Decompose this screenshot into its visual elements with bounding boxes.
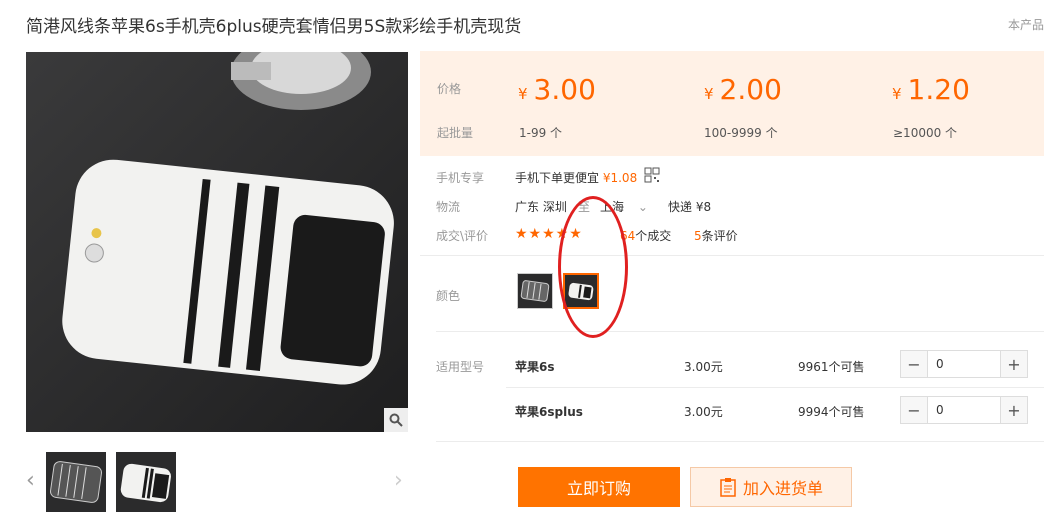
- thumbnail-2[interactable]: [116, 452, 176, 512]
- main-product-image[interactable]: [26, 52, 408, 432]
- thumbnail-1[interactable]: [46, 452, 106, 512]
- mobile-label: 手机专享: [436, 171, 485, 185]
- model-price-1: 3.00元: [684, 360, 723, 374]
- quantity-input[interactable]: 0: [927, 351, 1001, 377]
- thumbnail-strip: ‹ ›: [26, 452, 408, 512]
- tier-range-1: 1-99 个: [519, 126, 563, 140]
- color-label: 颜色: [436, 289, 461, 303]
- model-price-2: 3.00元: [684, 405, 723, 419]
- tier-range-2: 100-9999 个: [704, 126, 778, 140]
- chevron-right-icon[interactable]: ›: [394, 468, 403, 493]
- quantity-stepper-2[interactable]: − 0 +: [900, 396, 1028, 424]
- qr-code-icon[interactable]: [644, 167, 660, 183]
- top-right-link[interactable]: 本产品: [1008, 16, 1044, 33]
- model-name-1: 苹果6s: [515, 360, 555, 374]
- minus-button[interactable]: −: [901, 351, 927, 377]
- price-label: 价格: [437, 82, 462, 96]
- deal-count[interactable]: 64个成交: [620, 227, 671, 244]
- quantity-stepper-1[interactable]: − 0 +: [900, 350, 1028, 378]
- tier-price-3: ¥1.20: [892, 73, 970, 106]
- phone-case-illustration: [26, 52, 408, 432]
- color-option-1[interactable]: [517, 273, 553, 309]
- tier-price-2: ¥2.00: [704, 73, 782, 106]
- model-stock-2: 9994个可售: [798, 405, 865, 419]
- ship-from: 广东 深圳: [515, 200, 567, 214]
- express-fee: 快递 ¥8: [668, 200, 712, 214]
- search-icon: [389, 413, 403, 427]
- model-name-2: 苹果6splus: [515, 405, 583, 419]
- logistics-label: 物流: [436, 200, 461, 214]
- divider: [436, 331, 1044, 332]
- price-box: 价格 起批量 ¥3.00 1-99 个 ¥2.00 100-9999 个 ¥1.…: [420, 51, 1044, 156]
- plus-button[interactable]: +: [1001, 397, 1027, 423]
- clipboard-icon: [720, 478, 736, 497]
- chevron-left-icon[interactable]: ‹: [26, 468, 35, 493]
- product-title: 简港风线条苹果6s手机壳6plus硬壳套情侣男5S款彩绘手机壳现货: [26, 17, 522, 37]
- divider: [436, 441, 1044, 442]
- plus-button[interactable]: +: [1001, 351, 1027, 377]
- buy-now-button[interactable]: 立即订购: [518, 467, 680, 507]
- review-count[interactable]: 5条评价: [694, 227, 738, 244]
- annotation-circle: [558, 196, 628, 338]
- divider: [420, 255, 1044, 256]
- quantity-input[interactable]: 0: [927, 397, 1001, 423]
- tier-price-1: ¥3.00: [518, 73, 596, 106]
- min-order-label: 起批量: [437, 126, 474, 140]
- mobile-promo[interactable]: 手机下单更便宜 ¥1.08: [515, 169, 637, 186]
- tier-range-3: ≥10000 个: [893, 126, 958, 140]
- chevron-down-icon: ⌄: [637, 200, 648, 214]
- divider: [506, 387, 1044, 388]
- deals-label: 成交\评价: [436, 229, 489, 243]
- models-label: 适用型号: [436, 360, 485, 374]
- model-stock-1: 9961个可售: [798, 360, 865, 374]
- add-to-cart-button[interactable]: 加入进货单: [690, 467, 852, 507]
- minus-button[interactable]: −: [901, 397, 927, 423]
- zoom-button[interactable]: [384, 408, 408, 432]
